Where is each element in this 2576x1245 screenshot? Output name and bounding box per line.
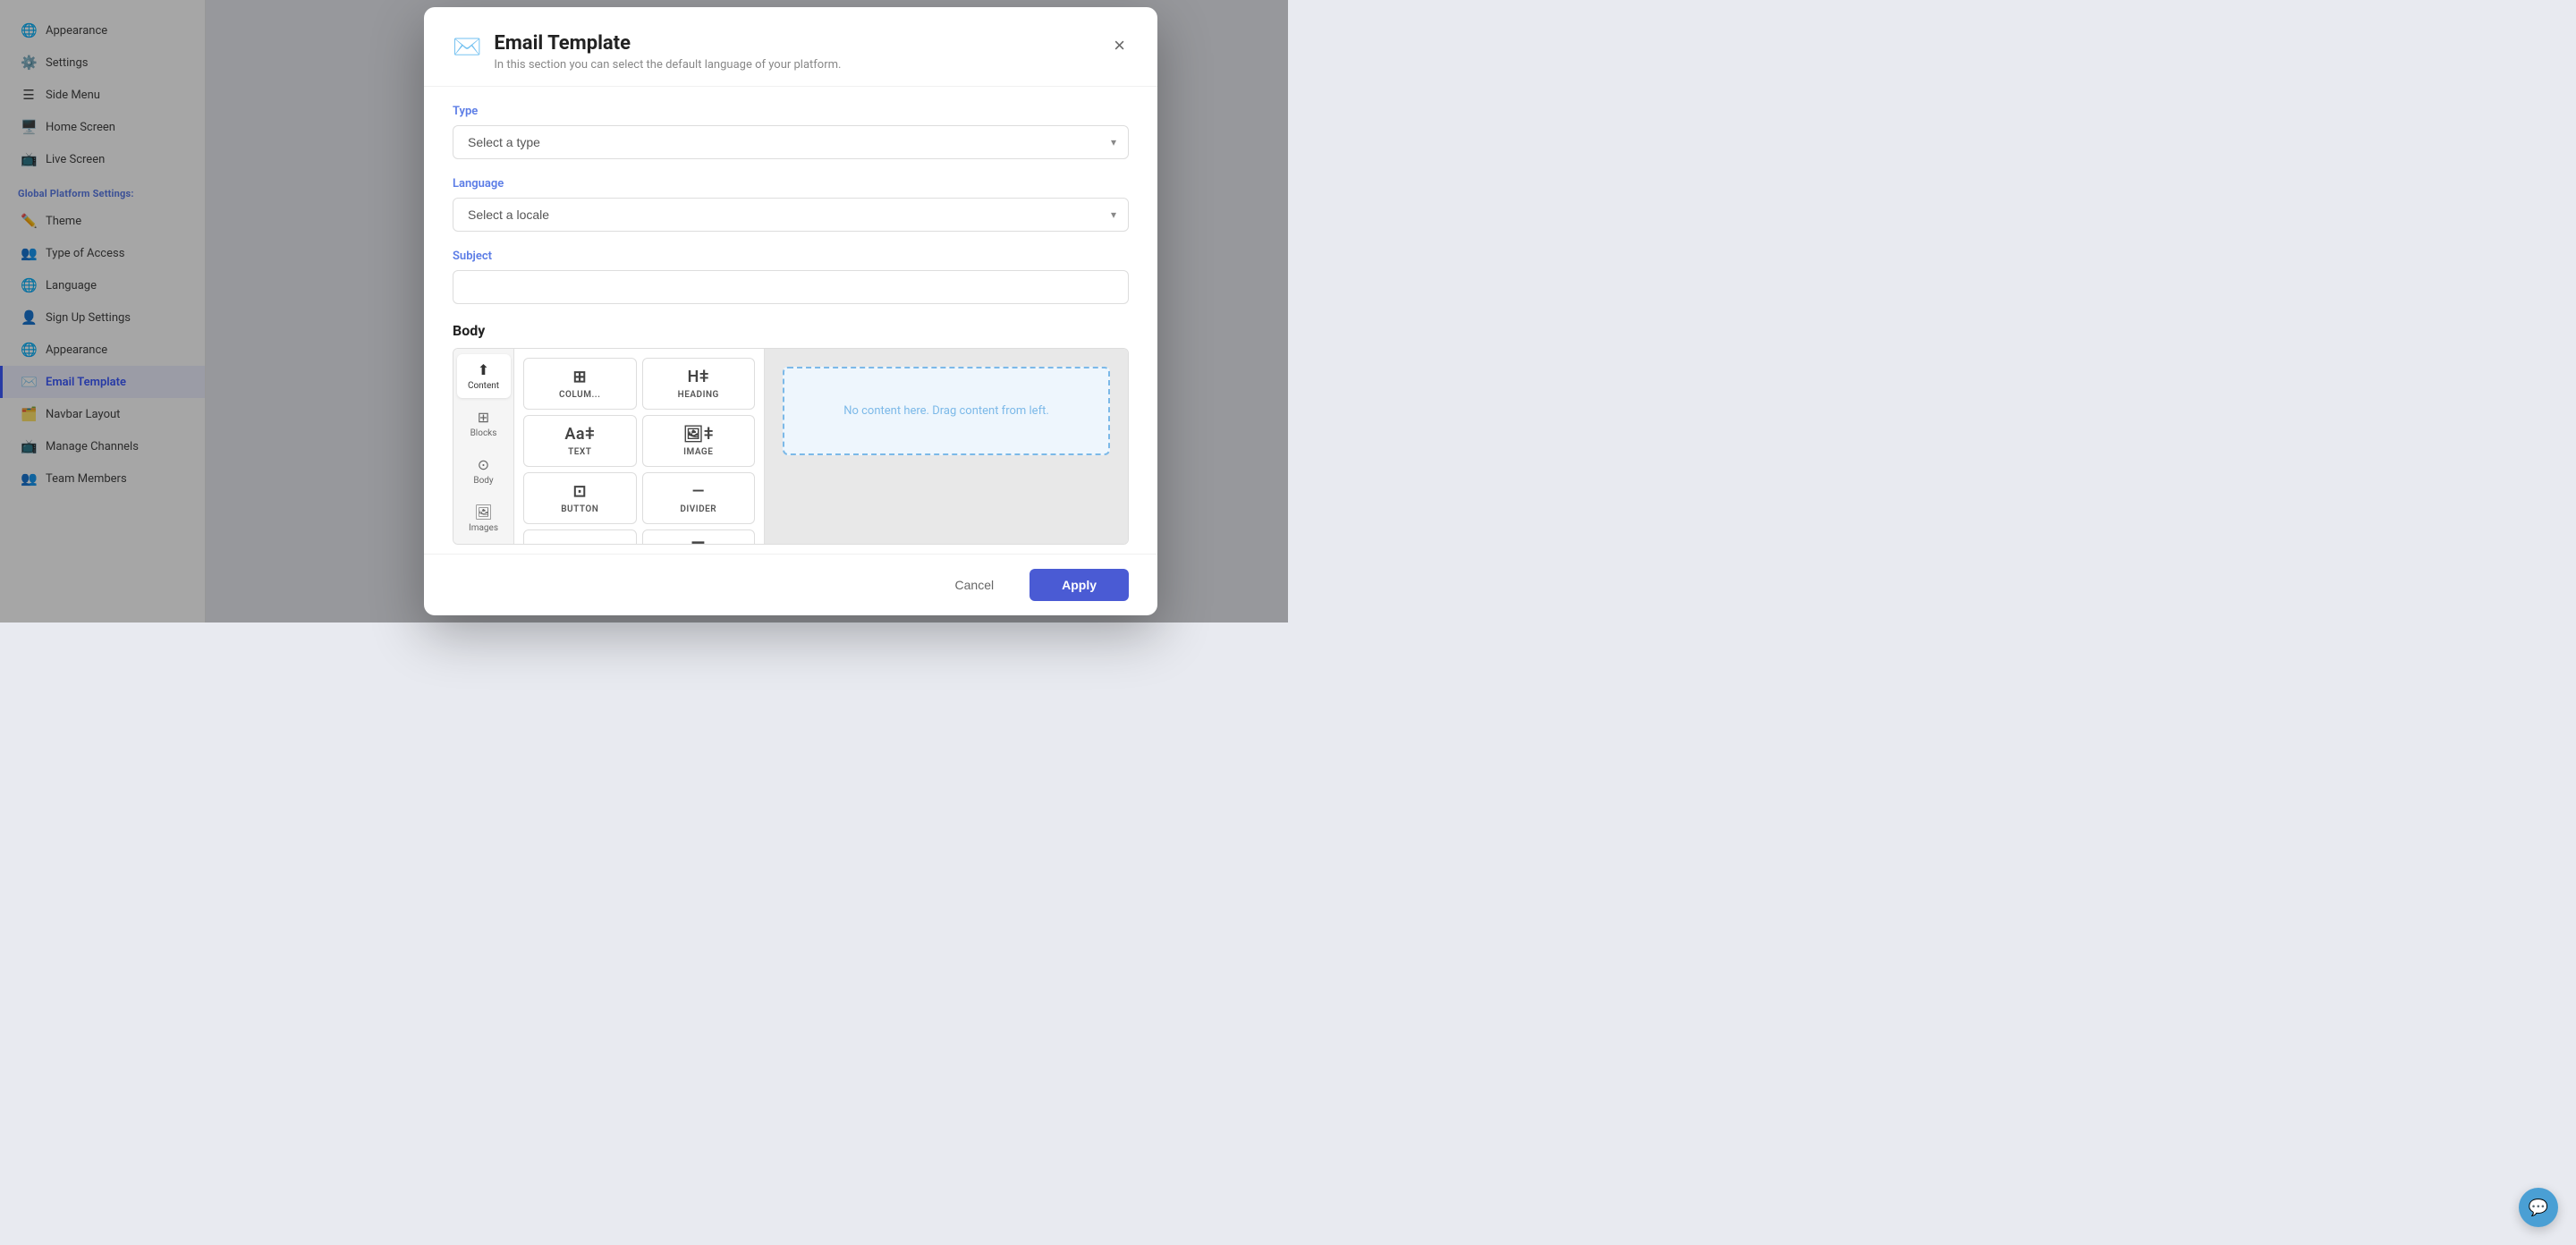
language-select-wrapper: Select a locale ▾ (453, 198, 1129, 232)
email-template-modal: ✉️ Email Template In this section you ca… (424, 7, 1157, 615)
block-icon-html: <> (572, 539, 589, 545)
type-select[interactable]: Select a type (453, 125, 1129, 159)
modal-body: Type Select a type ▾ Language Select a l… (424, 87, 1157, 554)
block-icon-columns: ⊞ (572, 368, 587, 386)
block-heading[interactable]: Hǂ HEADING (642, 358, 756, 410)
block-label-button: BUTTON (561, 504, 598, 514)
toolbar-tab-images[interactable]: 🖼 Images (457, 496, 511, 540)
block-html[interactable]: <> HTML (523, 529, 637, 545)
language-label: Language (453, 177, 1129, 191)
toolbar-label-body: Body (473, 476, 493, 486)
block-label-text: TEXT (568, 447, 591, 457)
body-section-title: Body (453, 322, 1129, 339)
close-button[interactable]: × (1110, 32, 1129, 59)
toolbar-icon-images: 🖼 (474, 504, 492, 521)
type-select-wrapper: Select a type ▾ (453, 125, 1129, 159)
toolbar-label-blocks: Blocks (470, 428, 497, 438)
toolbar-tab-content[interactable]: ⬆ Content (457, 354, 511, 398)
drop-zone[interactable]: No content here. Drag content from left. (783, 367, 1110, 455)
email-icon: ✉️ (453, 34, 481, 61)
toolbar-icon-blocks: ⊞ (478, 409, 489, 426)
block-divider[interactable]: — DIVIDER (642, 472, 756, 524)
block-menu[interactable]: ☰ MENU (642, 529, 756, 545)
body-blocks: ⊞ COLUM... Hǂ HEADING Aaǂ TEXT 🖼ǂ IMAGE … (514, 349, 765, 544)
subject-field-group: Subject (453, 250, 1129, 304)
modal-footer: Cancel Apply (424, 554, 1157, 615)
block-text[interactable]: Aaǂ TEXT (523, 415, 637, 467)
modal-header-left: ✉️ Email Template In this section you ca… (453, 32, 841, 72)
modal-title-block: Email Template In this section you can s… (494, 32, 841, 72)
toolbar-label-images: Images (469, 523, 498, 533)
modal-title: Email Template (494, 32, 841, 55)
block-image[interactable]: 🖼ǂ IMAGE (642, 415, 756, 467)
block-icon-text: Aaǂ (564, 425, 595, 444)
toolbar-icon-body: ⊙ (478, 456, 489, 473)
apply-button[interactable]: Apply (1030, 569, 1129, 601)
modal-subtitle: In this section you can select the defau… (494, 58, 841, 72)
toolbar-tab-body[interactable]: ⊙ Body (457, 449, 511, 493)
block-label-image: IMAGE (683, 447, 713, 457)
body-editor: ⬆ Content ⊞ Blocks ⊙ Body 🖼 Images ⊞ COL… (453, 348, 1129, 545)
block-icon-divider: — (692, 482, 705, 501)
toolbar-label-content: Content (468, 381, 499, 391)
block-label-heading: HEADING (678, 390, 719, 400)
block-label-divider: DIVIDER (680, 504, 716, 514)
language-select[interactable]: Select a locale (453, 198, 1129, 232)
language-field-group: Language Select a locale ▾ (453, 177, 1129, 232)
toolbar-tab-blocks[interactable]: ⊞ Blocks (457, 402, 511, 445)
subject-label: Subject (453, 250, 1129, 263)
type-label: Type (453, 105, 1129, 118)
cancel-button[interactable]: Cancel (930, 569, 1020, 601)
block-icon-image: 🖼ǂ (683, 425, 714, 444)
block-icon-menu: ☰ (691, 539, 706, 545)
subject-input[interactable] (453, 270, 1129, 304)
block-columns[interactable]: ⊞ COLUM... (523, 358, 637, 410)
block-icon-heading: Hǂ (688, 368, 709, 386)
body-preview: No content here. Drag content from left. (765, 349, 1128, 544)
toolbar-icon-content: ⬆ (478, 361, 489, 378)
modal-header: ✉️ Email Template In this section you ca… (424, 7, 1157, 87)
support-button[interactable]: 💬 (2519, 1188, 2558, 1227)
block-label-columns: COLUM... (559, 390, 601, 400)
body-toolbar: ⬆ Content ⊞ Blocks ⊙ Body 🖼 Images (453, 349, 514, 544)
block-icon-button: ⊡ (572, 482, 587, 501)
block-button[interactable]: ⊡ BUTTON (523, 472, 637, 524)
type-field-group: Type Select a type ▾ (453, 105, 1129, 159)
